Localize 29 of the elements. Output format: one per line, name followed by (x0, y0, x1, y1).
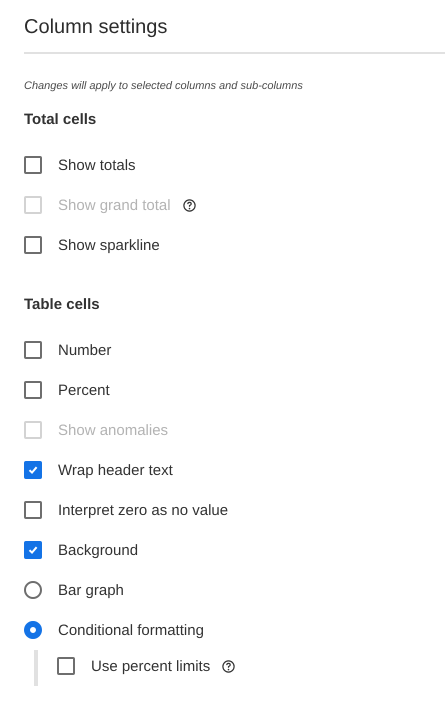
panel-title: Column settings (24, 15, 168, 40)
option-label: Show sparkline (58, 236, 160, 254)
checkbox[interactable] (24, 236, 42, 254)
checkbox[interactable] (24, 341, 42, 359)
checkbox[interactable] (24, 501, 42, 519)
option-label: Bar graph (58, 582, 124, 598)
radio-button[interactable] (24, 621, 42, 639)
option-label: Wrap header text (58, 462, 173, 478)
option-label: Background (58, 542, 138, 558)
checkbox[interactable] (24, 541, 42, 559)
option-label: Number (58, 342, 112, 358)
option-label: Show anomalies (58, 422, 168, 438)
radio-button[interactable] (24, 581, 42, 599)
checkbox[interactable] (57, 657, 75, 675)
checkmark-icon (28, 465, 38, 475)
option-label: Use percent limits (91, 658, 210, 674)
section-heading: Table cells (24, 295, 100, 315)
option-label: Show grand total (58, 196, 171, 214)
option-label: Interpret zero as no value (58, 502, 228, 518)
section-heading: Total cells (24, 110, 96, 130)
checkbox[interactable] (24, 381, 42, 399)
checkbox[interactable] (24, 461, 42, 479)
option-label: Show totals (58, 156, 136, 174)
option-label: Percent (58, 382, 110, 398)
checkmark-icon (28, 545, 38, 555)
help-icon[interactable] (222, 660, 236, 672)
info-note: Changes will apply to selected columns and sub-columns (24, 79, 303, 93)
option-label: Conditional formatting (58, 622, 204, 638)
checkbox[interactable] (24, 156, 42, 174)
